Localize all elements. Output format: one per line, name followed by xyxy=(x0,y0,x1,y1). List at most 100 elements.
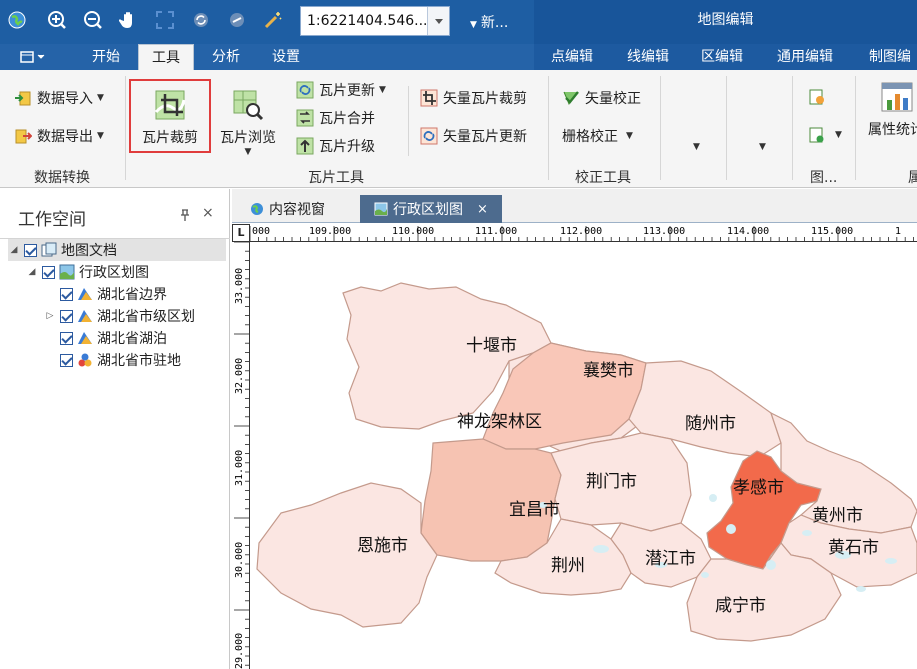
data-import-button[interactable]: 数据导入 ▼ xyxy=(14,88,104,108)
vector-tile-crop-button[interactable]: 矢量瓦片裁剪 xyxy=(420,88,527,108)
graph-tool-button[interactable] xyxy=(808,88,831,106)
full-extent-icon[interactable] xyxy=(154,9,176,31)
ruler-origin-toggle[interactable]: L xyxy=(232,224,250,242)
tile-update-button[interactable]: 瓦片更新 ▼ xyxy=(296,80,386,100)
group-label-correction: 校正工具 xyxy=(575,170,631,186)
vertical-ruler: 33.000 32.000 31.000 30.000 29.000 xyxy=(232,242,250,669)
tab-start[interactable]: 开始 xyxy=(78,44,134,70)
map-canvas[interactable]: 十堰市 襄樊市 神龙架林区 随州市 荆门市 孝感市 宜昌市 恩施市 黄州市 荆州… xyxy=(251,243,917,669)
data-export-label: 数据导出 xyxy=(37,129,93,145)
area-layer-icon xyxy=(78,310,92,322)
tree-node-label: 行政区划图 xyxy=(79,265,149,281)
group-separator xyxy=(125,76,126,180)
tile-browse-button[interactable]: 瓦片浏览 ▼ xyxy=(216,80,280,157)
vector-correction-button[interactable]: 矢量校正 xyxy=(562,88,641,108)
tab-admin-map[interactable]: 行政区划图 × xyxy=(360,195,502,223)
vector-tile-update-icon xyxy=(420,127,438,145)
new-button[interactable]: ▼ 新... xyxy=(470,12,508,32)
tab-area-edit[interactable]: 区编辑 xyxy=(692,44,752,70)
close-icon[interactable]: × xyxy=(202,205,214,221)
area-layer-icon xyxy=(78,288,92,300)
group-label-attribute: 属 xyxy=(908,170,917,186)
tab-general-edit[interactable]: 通用编辑 xyxy=(768,44,842,70)
h-ruler-label: 000 xyxy=(252,226,270,237)
tree-node-city-seats[interactable]: 湖北省市驻地 xyxy=(44,349,181,371)
city-label-qianjiang: 潜江市 xyxy=(645,549,696,569)
vector-tile-crop-icon xyxy=(420,89,438,107)
refresh-icon[interactable] xyxy=(190,9,212,31)
tree-node-label: 湖北省边界 xyxy=(97,287,167,303)
pan-hand-icon[interactable] xyxy=(118,9,140,31)
zoom-out-icon[interactable] xyxy=(82,9,104,31)
rotate-view-icon[interactable] xyxy=(226,9,248,31)
tab-content-view[interactable]: 内容视窗 xyxy=(236,195,356,223)
tab-admin-map-label: 行政区划图 xyxy=(393,202,463,218)
tree-node-admin-map[interactable]: ◢ 行政区划图 xyxy=(26,261,149,283)
h-ruler-label: 110.000 xyxy=(392,226,434,237)
v-ruler-label: 30.000 xyxy=(234,542,245,578)
globe-icon[interactable] xyxy=(6,9,28,31)
tab-tools[interactable]: 工具 xyxy=(138,44,194,70)
zoom-in-icon[interactable] xyxy=(46,9,68,31)
app-menu-button[interactable] xyxy=(8,44,60,70)
tree-node-province-boundary[interactable]: 湖北省边界 xyxy=(44,283,167,305)
collapsed-group-button[interactable]: ▼ xyxy=(689,142,700,152)
v-ruler-label: 32.000 xyxy=(234,358,245,394)
tree-node-lakes[interactable]: 湖北省湖泊 xyxy=(44,327,167,349)
checkbox-icon[interactable] xyxy=(60,353,73,367)
chevron-down-icon: ▼ xyxy=(97,93,104,103)
tree-node-city-division[interactable]: ▷ 湖北省市级区划 xyxy=(44,305,195,327)
v-ruler-label: 31.000 xyxy=(234,450,245,486)
tab-point-edit[interactable]: 点编辑 xyxy=(542,44,602,70)
scale-combobox[interactable]: 1:6221404.546... xyxy=(300,6,450,36)
chevron-down-icon: ▼ xyxy=(244,147,252,157)
pin-icon[interactable] xyxy=(180,209,190,224)
app-window: 1:6221404.546... ▼ 新... 地图编辑 开始 工具 分析 设置 … xyxy=(0,0,917,669)
expand-icon[interactable]: ◢ xyxy=(26,267,38,277)
map-document-icon xyxy=(41,242,57,257)
tab-settings[interactable]: 设置 xyxy=(258,44,314,70)
tile-upgrade-icon xyxy=(296,137,314,155)
v-ruler-label: 33.000 xyxy=(234,268,245,304)
checkbox-icon[interactable] xyxy=(42,265,55,279)
checkbox-icon[interactable] xyxy=(24,243,37,257)
attribute-stats-button[interactable]: 属性统计 xyxy=(866,72,917,139)
tile-upgrade-button[interactable]: 瓦片升级 xyxy=(296,136,375,156)
data-export-button[interactable]: 数据导出 ▼ xyxy=(14,126,104,146)
menu-icon xyxy=(20,51,45,63)
close-icon[interactable]: × xyxy=(477,202,488,217)
tile-merge-button[interactable]: 瓦片合并 xyxy=(296,108,375,128)
tree-node-map-document[interactable]: ◢ 地图文档 xyxy=(8,239,226,261)
group-separator xyxy=(792,76,793,180)
vector-tile-update-button[interactable]: 矢量瓦片更新 xyxy=(420,126,527,146)
map-icon xyxy=(374,202,388,216)
city-label-yichang: 宜昌市 xyxy=(509,500,560,520)
tree-node-label: 地图文档 xyxy=(61,243,117,259)
tab-line-edit[interactable]: 线编辑 xyxy=(618,44,678,70)
tile-browse-label: 瓦片浏览 xyxy=(220,130,276,146)
chevron-down-icon: ▼ xyxy=(97,131,104,141)
area-layer-icon xyxy=(78,332,92,344)
group-separator xyxy=(726,76,727,180)
scale-dropdown-button[interactable] xyxy=(427,7,449,35)
group-label-data-conversion: 数据转换 xyxy=(34,170,90,186)
magic-wand-icon[interactable] xyxy=(262,9,284,31)
raster-correction-button[interactable]: 栅格校正 ▼ xyxy=(562,126,633,146)
chevron-down-icon: ▼ xyxy=(693,142,700,152)
expand-icon[interactable]: ▷ xyxy=(44,311,56,321)
tile-browse-icon xyxy=(233,90,264,121)
tile-upgrade-label: 瓦片升级 xyxy=(319,139,375,155)
checkbox-icon[interactable] xyxy=(60,309,73,323)
point-layer-icon xyxy=(78,353,92,367)
checkbox-icon[interactable] xyxy=(60,287,73,301)
expand-icon[interactable]: ◢ xyxy=(8,245,20,255)
checkbox-icon[interactable] xyxy=(60,331,73,345)
vector-correction-label: 矢量校正 xyxy=(585,91,641,107)
tab-analysis[interactable]: 分析 xyxy=(198,44,254,70)
tab-cartography-edit[interactable]: 制图编 xyxy=(860,44,917,70)
collapsed-group-button[interactable]: ▼ xyxy=(755,142,766,152)
city-label-jingmen: 荆门市 xyxy=(586,472,637,492)
graph-add-button[interactable]: ▼ xyxy=(808,126,842,144)
data-import-icon xyxy=(14,89,32,107)
workspace-header: 工作空间 × xyxy=(0,189,230,239)
